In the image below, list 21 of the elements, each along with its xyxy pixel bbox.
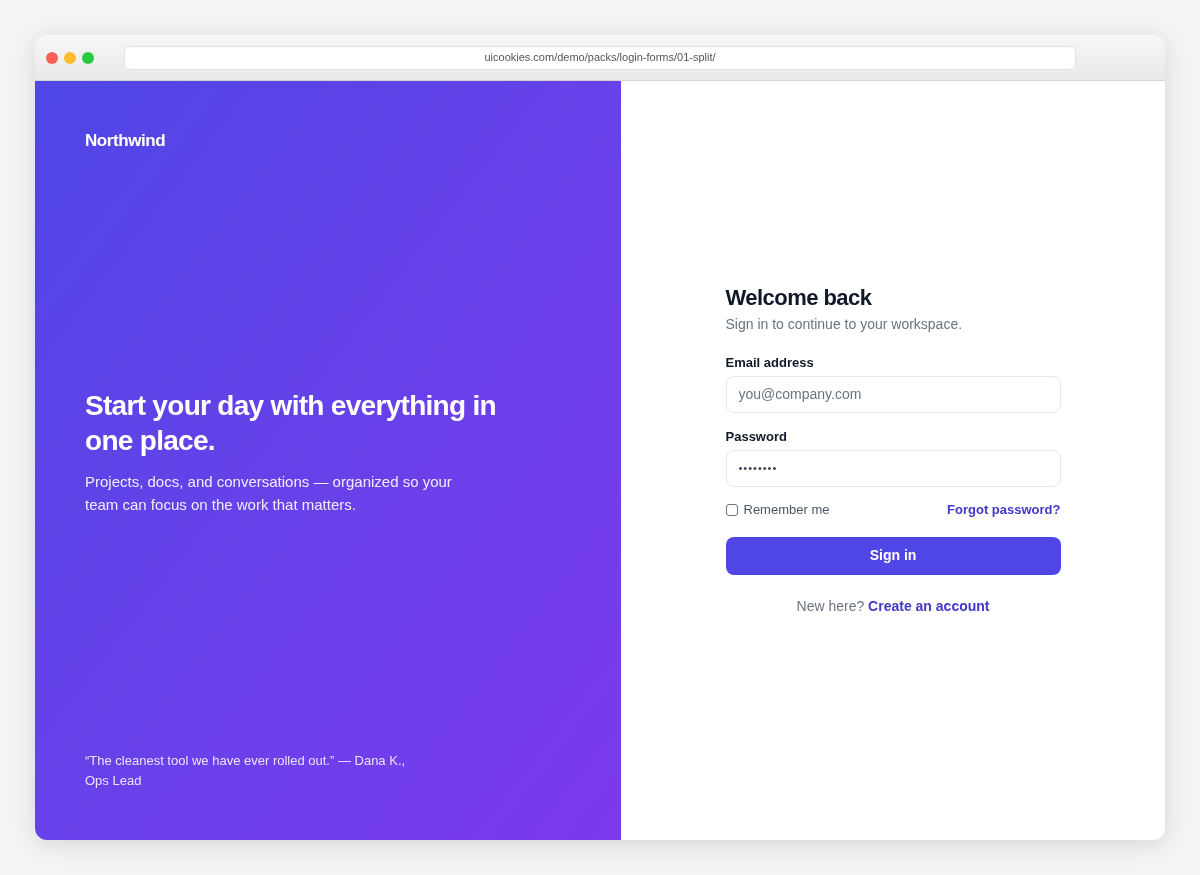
- field-label: Password: [725, 427, 788, 446]
- field-label: Email address: [725, 353, 815, 372]
- testimonial-quote: “The cleanest tool we have ever rolled out.” — Dana K., Ops Lead: [85, 752, 407, 790]
- form-title: Welcome back: [725, 283, 873, 312]
- brand-logo: Northwind: [85, 130, 166, 152]
- address-bar[interactable]: uicookies.com/demo/packs/login-forms/01-split/: [124, 45, 1076, 70]
- url-text: uicookies.com/demo/packs/login-forms/01-split/: [484, 50, 716, 66]
- forgot-password-link[interactable]: Forgot password?: [947, 500, 1061, 519]
- input-field[interactable]: ••••••••: [725, 449, 1061, 487]
- form-subtitle: Sign in to continue to your workspace.: [725, 314, 964, 334]
- checkbox-icon[interactable]: [725, 503, 738, 516]
- create-account-link[interactable]: Create an account: [868, 597, 990, 614]
- remember-me-checkbox[interactable]: Remember me: [725, 500, 830, 519]
- hero-headline: Start your day with everything in one place.: [85, 388, 497, 458]
- input-field[interactable]: you@company.com: [725, 375, 1061, 413]
- signup-prompt: New here? Create an account: [795, 596, 991, 616]
- window-maximize-icon[interactable]: [82, 51, 94, 64]
- window-minimize-icon[interactable]: [64, 51, 76, 64]
- hero-description: Projects, docs, and conversations — organized so your team can focus on the work that matters.: [85, 471, 453, 515]
- sign-in-button[interactable]: Sign in: [725, 536, 1061, 575]
- window-close-icon[interactable]: [46, 51, 58, 64]
